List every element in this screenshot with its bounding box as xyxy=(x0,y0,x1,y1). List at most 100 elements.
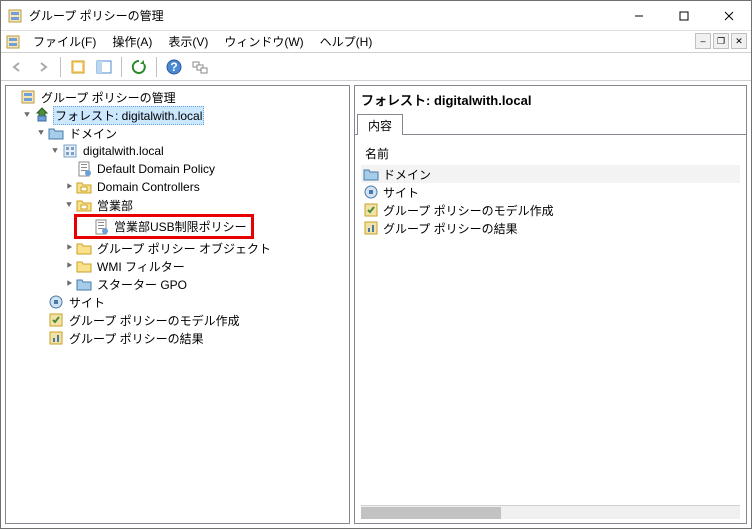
minimize-button[interactable] xyxy=(616,1,661,30)
forest-icon xyxy=(34,107,50,123)
mdi-close-button[interactable]: ✕ xyxy=(731,33,747,49)
panel-layout-button[interactable] xyxy=(92,56,116,78)
tree-domain-controllers[interactable]: ⯈ Domain Controllers xyxy=(6,178,349,196)
twisty-starter[interactable]: ⯈ xyxy=(62,277,76,291)
twisty-domains[interactable]: ⯆ xyxy=(34,126,48,140)
tree-domains[interactable]: ⯆ ドメイン xyxy=(6,124,349,142)
window: グループ ポリシーの管理 ファイル(F) 操作(A) 表示(V) ウィンドウ(W… xyxy=(0,0,752,529)
horizontal-scrollbar[interactable] xyxy=(361,505,740,519)
twisty-domain[interactable]: ⯆ xyxy=(48,144,62,158)
tree-domain-label: digitalwith.local xyxy=(81,144,166,158)
content-area: グループ ポリシーの管理 ⯆ フォレスト: digitalwith.local … xyxy=(1,81,751,528)
tree-root[interactable]: グループ ポリシーの管理 xyxy=(6,88,349,106)
tree-modeling-label: グループ ポリシーのモデル作成 xyxy=(67,312,242,329)
policy-icon xyxy=(93,219,109,235)
close-button[interactable] xyxy=(706,1,751,30)
results-icon xyxy=(363,220,379,236)
tree-domain[interactable]: ⯆ digitalwith.local xyxy=(6,142,349,160)
column-name[interactable]: 名前 xyxy=(361,143,740,165)
window-list-button[interactable] xyxy=(188,56,212,78)
details-header: フォレスト: digitalwith.local xyxy=(355,86,746,113)
tree-root-label: グループ ポリシーの管理 xyxy=(39,89,178,106)
menubar: ファイル(F) 操作(A) 表示(V) ウィンドウ(W) ヘルプ(H) – ❐ … xyxy=(1,31,751,53)
tree-default-policy[interactable]: Default Domain Policy xyxy=(6,160,349,178)
list-item-results[interactable]: グループ ポリシーの結果 xyxy=(361,219,740,237)
tree-wmi-filters[interactable]: ⯈ WMI フィルター xyxy=(6,257,349,275)
forward-button[interactable] xyxy=(31,56,55,78)
toolbar-sep-1 xyxy=(60,57,61,77)
details-pane: フォレスト: digitalwith.local 内容 名前 ドメイン サイト … xyxy=(354,85,747,524)
menu-window[interactable]: ウィンドウ(W) xyxy=(216,31,311,52)
window-title: グループ ポリシーの管理 xyxy=(29,7,616,24)
refresh-button[interactable] xyxy=(127,56,151,78)
folder-icon xyxy=(76,276,92,292)
tree-sales-usb-policy-label[interactable]: 営業部USB制限ポリシー xyxy=(112,218,249,235)
site-icon xyxy=(363,184,379,200)
tree-starter-gpo[interactable]: ⯈ スターター GPO xyxy=(6,275,349,293)
tabstrip: 内容 xyxy=(355,113,746,135)
tree-forest[interactable]: ⯆ フォレスト: digitalwith.local xyxy=(6,106,349,124)
tree-sales-ou[interactable]: ⯆ 営業部 xyxy=(6,196,349,214)
folder-icon xyxy=(363,166,379,182)
tree-forest-label: フォレスト: digitalwith.local xyxy=(53,106,204,125)
tree-gp-results[interactable]: グループ ポリシーの結果 xyxy=(6,329,349,347)
titlebar: グループ ポリシーの管理 xyxy=(1,1,751,31)
tree-gpo-label: グループ ポリシー オブジェクト xyxy=(95,240,273,257)
menu-help[interactable]: ヘルプ(H) xyxy=(312,31,381,52)
ou-icon xyxy=(76,179,92,195)
tree-sites[interactable]: サイト xyxy=(6,293,349,311)
list-label: ドメイン xyxy=(383,166,431,183)
maximize-button[interactable] xyxy=(661,1,706,30)
menubar-icon xyxy=(5,34,21,50)
tab-contents[interactable]: 内容 xyxy=(357,114,403,135)
folder-icon xyxy=(48,125,64,141)
tree-gp-modeling[interactable]: グループ ポリシーのモデル作成 xyxy=(6,311,349,329)
back-button[interactable] xyxy=(5,56,29,78)
mdi-minimize-button[interactable]: – xyxy=(695,33,711,49)
list-item-domains[interactable]: ドメイン xyxy=(361,165,740,183)
tree-starter-label: スターター GPO xyxy=(95,276,189,293)
list-item-sites[interactable]: サイト xyxy=(361,183,740,201)
tree-wmi-label: WMI フィルター xyxy=(95,258,187,275)
toolbar-sep-2 xyxy=(121,57,122,77)
tree-dc-label: Domain Controllers xyxy=(95,180,202,194)
tree-pane[interactable]: グループ ポリシーの管理 ⯆ フォレスト: digitalwith.local … xyxy=(5,85,350,524)
menu-action[interactable]: 操作(A) xyxy=(104,31,160,52)
list-label: グループ ポリシーの結果 xyxy=(383,220,518,237)
twisty-dc[interactable]: ⯈ xyxy=(62,180,76,194)
mdi-restore-button[interactable]: ❐ xyxy=(713,33,729,49)
tree-domains-label: ドメイン xyxy=(67,125,119,142)
toolbar-sep-3 xyxy=(156,57,157,77)
menu-view[interactable]: 表示(V) xyxy=(160,31,216,52)
show-hide-button[interactable] xyxy=(66,56,90,78)
list-label: グループ ポリシーのモデル作成 xyxy=(383,202,554,219)
list-item-modeling[interactable]: グループ ポリシーのモデル作成 xyxy=(361,201,740,219)
twisty-sales[interactable]: ⯆ xyxy=(62,198,76,212)
highlighted-node: 営業部USB制限ポリシー xyxy=(74,214,254,239)
modeling-icon xyxy=(363,202,379,218)
twisty-wmi[interactable]: ⯈ xyxy=(62,259,76,273)
folder-icon xyxy=(76,240,92,256)
app-icon xyxy=(7,8,23,24)
toolbar xyxy=(1,53,751,81)
tree-default-policy-label: Default Domain Policy xyxy=(95,162,217,176)
policy-icon xyxy=(76,161,92,177)
tree-results-label: グループ ポリシーの結果 xyxy=(67,330,206,347)
tree-sales-label: 営業部 xyxy=(95,197,135,214)
domain-icon xyxy=(62,143,78,159)
twisty-gpo[interactable]: ⯈ xyxy=(62,241,76,255)
ou-icon xyxy=(76,197,92,213)
details-body: 名前 ドメイン サイト グループ ポリシーのモデル作成 グループ ポリシーの結果 xyxy=(355,135,746,505)
menu-file[interactable]: ファイル(F) xyxy=(25,31,104,52)
scroll-thumb[interactable] xyxy=(361,507,501,519)
results-icon xyxy=(48,330,64,346)
twisty-forest[interactable]: ⯆ xyxy=(20,108,34,122)
gpmc-icon xyxy=(20,89,36,105)
console-tree: グループ ポリシーの管理 ⯆ フォレスト: digitalwith.local … xyxy=(6,88,349,347)
folder-icon xyxy=(76,258,92,274)
tree-gpo-objects[interactable]: ⯈ グループ ポリシー オブジェクト xyxy=(6,239,349,257)
help-button[interactable] xyxy=(162,56,186,78)
list-label: サイト xyxy=(383,184,419,201)
tree-sites-label: サイト xyxy=(67,294,107,311)
mdi-controls: – ❐ ✕ xyxy=(695,33,747,49)
